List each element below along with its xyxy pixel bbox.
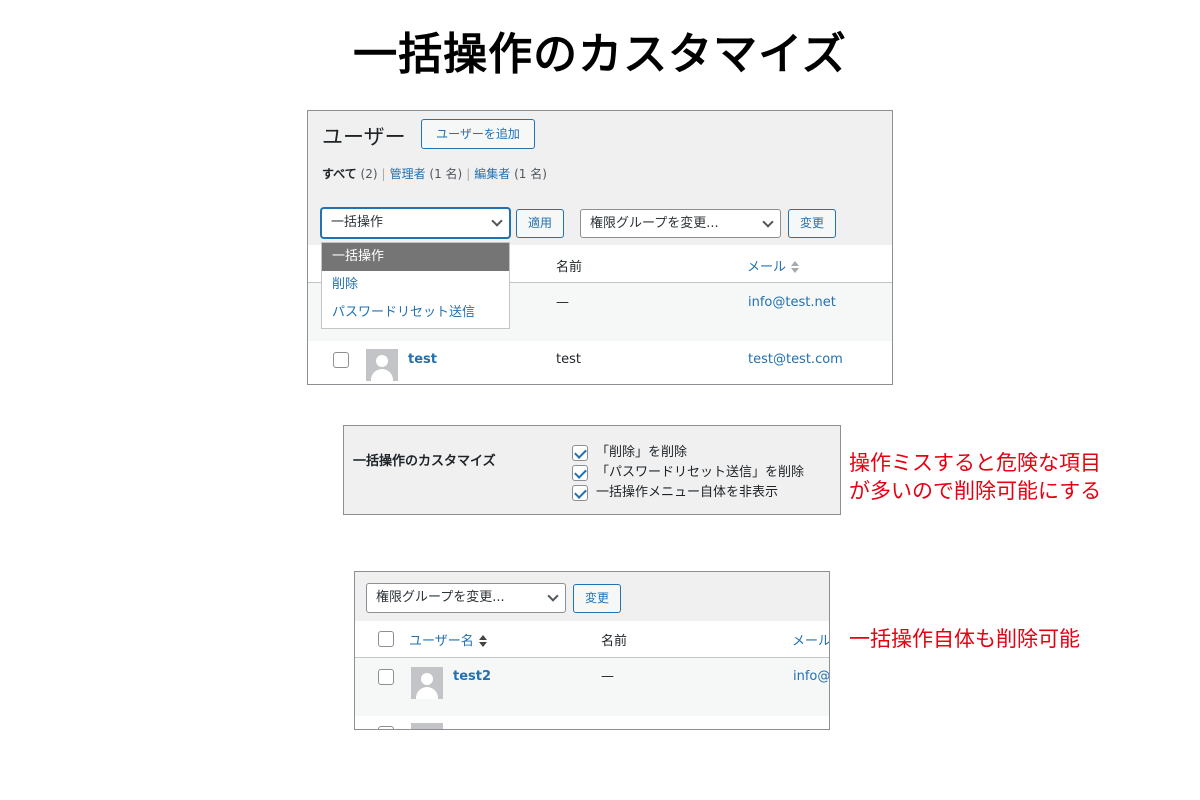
annotation-line: が多いので削除可能にする [849, 479, 1102, 503]
checkbox-checked[interactable] [572, 445, 588, 461]
username-link[interactable]: test2 [453, 669, 491, 684]
user-role-filter: すべて (2) | 管理者 (1 名) | 編集者 (1 名) [322, 165, 547, 182]
table-row: test test test@test.com [308, 341, 892, 384]
users-screen-after: 権限グループを変更... 変更 ユーザー名 名前 メール test2 — inf… [354, 571, 830, 730]
column-name: 名前 [556, 260, 583, 275]
filter-editor-count: (1 名) [514, 167, 547, 181]
avatar [411, 667, 443, 699]
row-checkbox[interactable] [333, 352, 349, 368]
column-username-label: ユーザー名 [409, 634, 474, 649]
user-display-name: — [556, 295, 569, 310]
column-username[interactable]: ユーザー名 [409, 630, 488, 649]
chevron-down-icon [491, 215, 503, 227]
filter-admin-count: (1 名) [429, 167, 463, 181]
chevron-down-icon [762, 215, 774, 228]
bulk-action-select[interactable]: 一括操作 [321, 208, 510, 238]
change-role-select-value: 権限グループを変更... [590, 216, 719, 231]
sort-icon [478, 634, 488, 649]
bulk-action-dropdown: 一括操作 削除 パスワードリセット送信 [321, 242, 510, 329]
user-email[interactable]: info@test.net [748, 295, 836, 310]
table-header: ユーザー名 名前 メール [355, 621, 829, 658]
add-user-button[interactable]: ユーザーを追加 [421, 119, 535, 149]
users-table: ユーザー名 名前 メール test2 — info@ [355, 621, 829, 729]
user-display-name: — [601, 669, 614, 684]
filter-all-count: (2) [360, 167, 378, 181]
column-name: 名前 [601, 634, 628, 649]
table-row [355, 716, 829, 729]
column-email-label: メール [747, 260, 787, 275]
apply-button[interactable]: 適用 [516, 209, 564, 238]
row-checkbox[interactable] [378, 726, 394, 729]
change-role-select-value: 権限グループを変更... [376, 590, 505, 605]
bulk-option-password-reset[interactable]: パスワードリセット送信 [322, 299, 509, 327]
column-email[interactable]: メール [792, 630, 829, 649]
filter-admin[interactable]: 管理者 [390, 167, 426, 181]
bulk-option-delete[interactable]: 削除 [322, 271, 509, 299]
table-row: test2 — info@ [355, 658, 829, 716]
users-heading: ユーザー [322, 125, 406, 149]
column-email[interactable]: メール [747, 256, 800, 275]
filter-all[interactable]: すべて [322, 167, 357, 181]
option-label: 「削除」を削除 [596, 445, 688, 460]
filter-separator: | [381, 167, 386, 181]
avatar [411, 723, 443, 729]
user-email[interactable]: test@test.com [748, 352, 843, 367]
change-role-button[interactable]: 変更 [788, 209, 836, 238]
annotation-note: 操作ミスすると危険な項目 が多いので削除可能にする [849, 449, 1101, 505]
change-role-select[interactable]: 権限グループを変更... [580, 209, 781, 238]
row-checkbox[interactable] [378, 669, 394, 685]
chevron-down-icon [547, 590, 559, 602]
change-role-button[interactable]: 変更 [573, 584, 621, 613]
user-display-name: test [556, 352, 581, 367]
user-email[interactable]: info@ [793, 669, 829, 684]
filter-editor[interactable]: 編集者 [474, 167, 510, 181]
users-screen-before: ユーザー ユーザーを追加 すべて (2) | 管理者 (1 名) | 編集者 (1 名)… [307, 110, 893, 385]
bulk-action-select-value: 一括操作 [331, 215, 384, 230]
avatar [366, 349, 398, 381]
settings-label: 一括操作のカスタマイズ [353, 454, 496, 469]
page-title: 一括操作のカスタマイズ [353, 29, 847, 80]
select-all-checkbox[interactable] [378, 631, 394, 647]
option-label: 「パスワードリセット送信」を削除 [596, 465, 805, 480]
bulk-action-settings: 一括操作のカスタマイズ 「削除」を削除 「パスワードリセット送信」を削除 一括操… [343, 425, 841, 515]
annotation-line: 操作ミスすると危険な項目 [849, 451, 1101, 475]
sort-icon [790, 260, 800, 275]
checkbox-checked[interactable] [572, 465, 588, 481]
bulk-option-default[interactable]: 一括操作 [322, 243, 509, 271]
option-label: 一括操作メニュー自体を非表示 [596, 485, 779, 500]
change-role-select[interactable]: 権限グループを変更... [366, 583, 566, 613]
annotation-note: 一括操作自体も削除可能 [849, 627, 1080, 651]
checkbox-checked[interactable] [572, 485, 588, 501]
filter-separator: | [466, 167, 471, 181]
username-link[interactable]: test [408, 352, 437, 367]
